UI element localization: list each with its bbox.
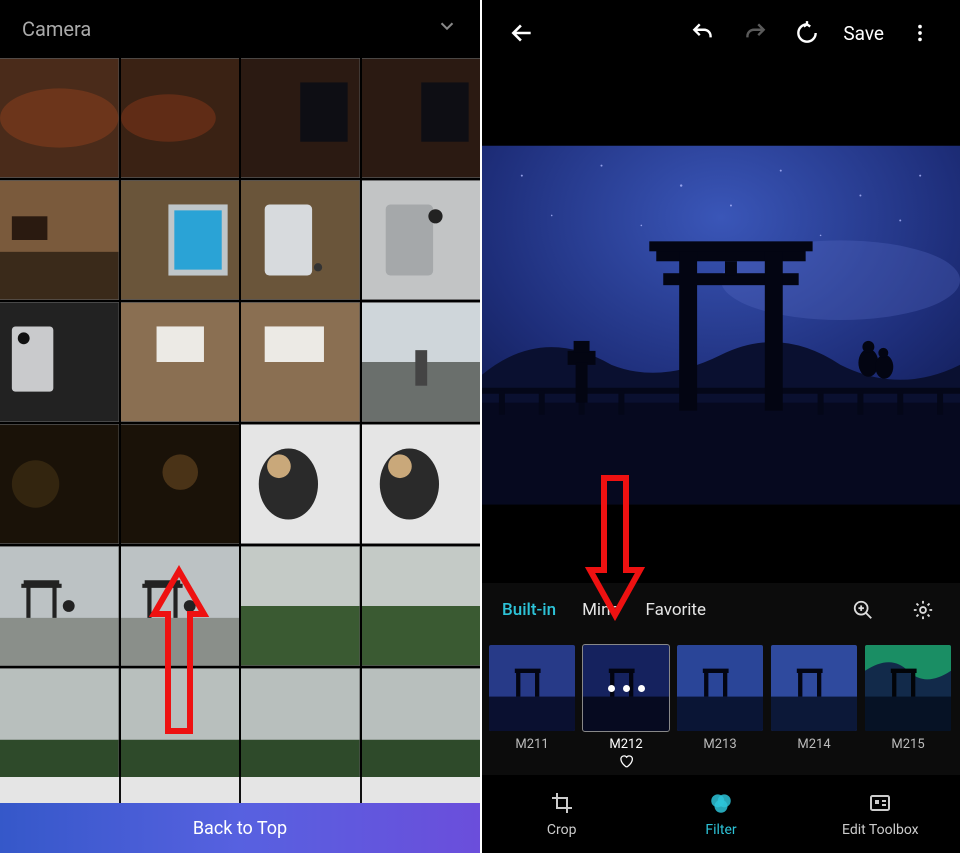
photo-grid[interactable]: [0, 58, 480, 777]
toolbox-tab[interactable]: Edit Toolbox: [801, 775, 960, 853]
filter-tab[interactable]: Filter: [641, 775, 800, 853]
photo-thumb[interactable]: [241, 424, 360, 544]
filter-category-bar: Built-in Mine Favorite: [482, 583, 960, 637]
photo-thumb[interactable]: [362, 777, 481, 803]
photo-thumb[interactable]: [241, 58, 360, 178]
album-name: Camera: [22, 17, 91, 41]
filter-options-icon: [583, 645, 669, 731]
undo-button[interactable]: [681, 11, 725, 55]
photo-thumb[interactable]: [362, 302, 481, 422]
photo-thumb[interactable]: [241, 777, 360, 803]
filter-thumb[interactable]: M215: [862, 645, 954, 775]
photo-thumb[interactable]: [241, 668, 360, 777]
photo-thumb[interactable]: [121, 668, 240, 777]
crop-tab[interactable]: Crop: [482, 775, 641, 853]
chevron-down-icon: [436, 14, 458, 44]
zoom-in-button[interactable]: [846, 588, 880, 632]
save-button[interactable]: Save: [837, 22, 890, 45]
filter-icon: [708, 790, 734, 816]
photo-thumb[interactable]: [0, 180, 119, 300]
photo-thumb[interactable]: [0, 546, 119, 666]
editor-pane: Save: [480, 0, 960, 853]
photo-thumb[interactable]: [241, 180, 360, 300]
settings-button[interactable]: [906, 588, 940, 632]
gallery-pane: Camera: [0, 0, 480, 853]
filter-label: Filter: [705, 822, 736, 838]
photo-thumb[interactable]: [0, 424, 119, 544]
editor-toolbar: Save: [482, 0, 960, 66]
filter-thumb-selected[interactable]: M212: [580, 645, 672, 775]
photo-thumb[interactable]: [362, 180, 481, 300]
back-to-top-button[interactable]: Back to Top: [0, 803, 480, 853]
back-button[interactable]: [500, 11, 544, 55]
album-selector[interactable]: Camera: [0, 0, 480, 58]
photo-thumb[interactable]: [0, 302, 119, 422]
reset-button[interactable]: [785, 11, 829, 55]
category-favorite[interactable]: Favorite: [645, 600, 706, 620]
photo-thumb[interactable]: [362, 424, 481, 544]
category-built-in[interactable]: Built-in: [502, 600, 556, 620]
category-mine[interactable]: Mine: [582, 600, 619, 620]
photo-thumb[interactable]: [121, 424, 240, 544]
filter-label: M215: [891, 737, 924, 752]
photo-thumb[interactable]: [362, 58, 481, 178]
crop-label: Crop: [547, 822, 577, 838]
filter-thumb[interactable]: M213: [674, 645, 766, 775]
redo-button[interactable]: [733, 11, 777, 55]
photo-thumb[interactable]: [0, 58, 119, 178]
back-to-top-label: Back to Top: [193, 818, 287, 839]
favorite-icon[interactable]: [618, 754, 634, 772]
photo-thumb[interactable]: [362, 668, 481, 777]
filter-label: M211: [515, 737, 548, 752]
photo-thumb[interactable]: [0, 777, 119, 803]
filter-label: M214: [797, 737, 830, 752]
crop-icon: [549, 790, 575, 816]
filter-thumbnails[interactable]: M211 M212 M213 M214 M215: [482, 637, 960, 775]
save-label: Save: [843, 22, 884, 45]
photo-thumb[interactable]: [121, 302, 240, 422]
filter-label: M212: [609, 737, 642, 752]
photo-thumb[interactable]: [121, 58, 240, 178]
toolbox-label: Edit Toolbox: [842, 822, 919, 838]
toolbox-icon: [867, 790, 893, 816]
photo-thumb[interactable]: [121, 546, 240, 666]
photo-thumb[interactable]: [121, 777, 240, 803]
photo-thumb[interactable]: [0, 668, 119, 777]
more-menu-button[interactable]: [898, 11, 942, 55]
photo-grid-partial: [0, 777, 480, 803]
photo-thumb[interactable]: [241, 302, 360, 422]
photo-thumb[interactable]: [241, 546, 360, 666]
photo-thumb[interactable]: [362, 546, 481, 666]
photo-thumb[interactable]: [121, 180, 240, 300]
filter-thumb[interactable]: M214: [768, 645, 860, 775]
filter-thumb[interactable]: M211: [486, 645, 578, 775]
preview-area[interactable]: [482, 66, 960, 583]
filter-label: M213: [703, 737, 736, 752]
bottom-bar: Crop Filter Edit Toolbox: [482, 775, 960, 853]
preview-image: [482, 145, 960, 505]
